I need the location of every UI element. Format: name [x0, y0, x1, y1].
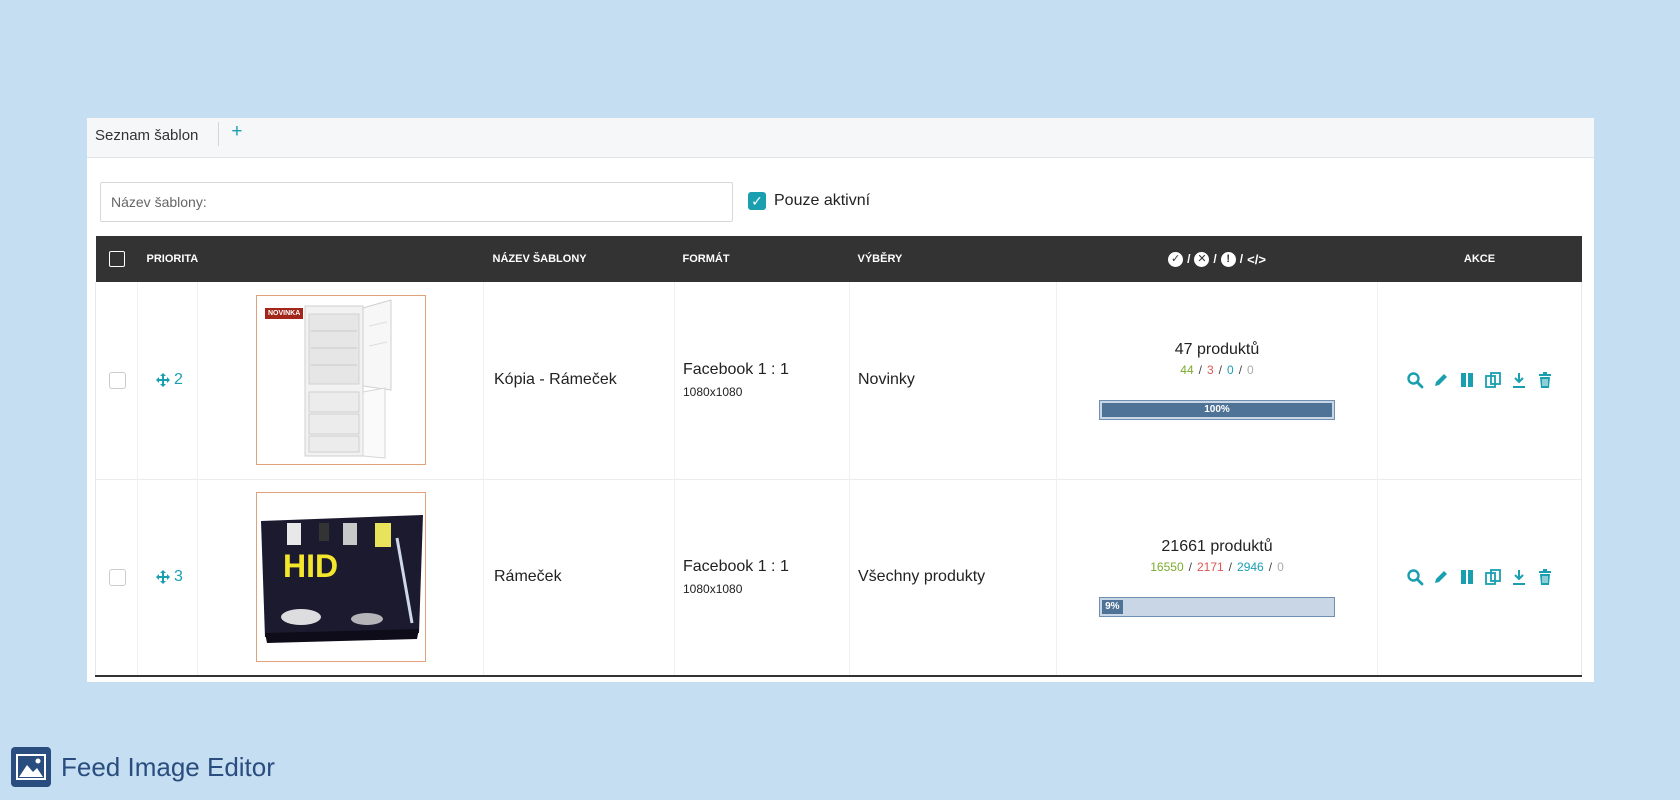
stats-separator: / — [1239, 252, 1244, 266]
code-count: 0 — [1247, 362, 1254, 377]
priority-handle[interactable]: 3 — [138, 568, 197, 586]
progress-bar: 100% — [1099, 399, 1335, 420]
header-stats: ✓ / ✕ / ! / </> — [1057, 236, 1378, 282]
move-icon — [156, 570, 170, 585]
active-only-label: Pouze aktivní — [774, 192, 871, 209]
code-count: 0 — [1277, 559, 1284, 574]
selection-name: Všechny produkty — [849, 479, 1057, 676]
header-actions: AKCE — [1463, 253, 1496, 265]
error-count: 3 — [1206, 362, 1214, 377]
warning-circle-icon: ! — [1220, 251, 1236, 267]
download-icon[interactable] — [1510, 371, 1528, 389]
table-row: 2 NOVINKA Kópia - Rámeček Facebook 1: 1… — [95, 282, 1582, 479]
templates-panel: Seznam šablon + ✓ Pouze aktivní PRIORITA… — [87, 118, 1594, 682]
priority-handle[interactable]: 2 — [138, 371, 197, 389]
format-size: 1080x1080 — [683, 582, 743, 597]
stats-separator: / — [1213, 252, 1217, 266]
error-count: 2171 — [1196, 559, 1224, 574]
template-name: Kópia - Rámeček — [483, 282, 675, 479]
format-title: Facebook 1 : 1 — [683, 361, 789, 379]
trash-icon[interactable] — [1536, 568, 1554, 586]
priority-value: 2 — [174, 371, 183, 389]
progress-bar: 9% — [1099, 596, 1335, 617]
row-checkbox[interactable] — [109, 568, 126, 586]
actions-cell — [1377, 282, 1582, 479]
active-only-checkbox[interactable]: ✓ — [748, 192, 766, 210]
pencil-icon[interactable] — [1432, 371, 1450, 389]
progress-fill: 100% — [1102, 402, 1332, 417]
header-format[interactable]: FORMÁT — [675, 236, 850, 282]
pencil-icon[interactable] — [1432, 568, 1450, 586]
format-title: Facebook 1 : 1 — [683, 558, 789, 576]
search-icon[interactable] — [1406, 371, 1424, 389]
copy-icon[interactable] — [1484, 371, 1502, 389]
stats-cell: 21661 produktů 16550/2171/2946/0 9% — [1056, 479, 1378, 676]
stats-separator: / — [1187, 252, 1191, 266]
product-count: 21661 produktů — [1161, 537, 1273, 555]
product-count: 47 produktů — [1174, 340, 1260, 358]
table-row: 3 HID Rámeček Facebook 1: 1 1080x1080 V… — [95, 479, 1582, 676]
select-all-checkbox[interactable] — [108, 251, 125, 267]
priority-value: 3 — [174, 568, 183, 586]
copy-icon[interactable] — [1484, 568, 1502, 586]
header-name[interactable]: NÁZEV ŠABLONY — [484, 236, 675, 282]
header-priority[interactable]: PRIORITA — [138, 236, 484, 282]
warning-count: 0 — [1227, 362, 1234, 377]
novinka-badge: NOVINKA — [265, 308, 304, 320]
hid-logo-text: HID — [283, 548, 338, 584]
progress-fill: 9% — [1102, 599, 1123, 614]
format-cell: Facebook 1 : 1 1080x1080 — [674, 282, 850, 479]
template-thumbnail[interactable]: NOVINKA — [256, 295, 426, 466]
warning-count: 2946 — [1237, 559, 1264, 574]
format-cell: Facebook 1 : 1 1080x1080 — [674, 479, 850, 676]
template-name-input[interactable] — [100, 182, 733, 222]
tab-template-list[interactable]: Seznam šablon — [87, 122, 220, 146]
tab-bar: Seznam šablon + — [87, 118, 1594, 158]
format-size: 1080x1080 — [683, 385, 743, 400]
row-checkbox[interactable] — [109, 371, 126, 389]
trash-icon[interactable] — [1536, 371, 1554, 389]
ok-count: 44 — [1180, 362, 1194, 377]
templates-table: PRIORITA NÁZEV ŠABLONY FORMÁT VÝBĚRY ✓ /… — [95, 236, 1582, 677]
hid-kit-image: HID — [261, 515, 423, 644]
stats-cell: 47 produktů 44/3/0/0 100% — [1056, 282, 1378, 479]
app-name: Feed Image Editor — [61, 751, 275, 782]
template-thumbnail[interactable]: HID — [256, 492, 426, 663]
error-circle-icon: ✕ — [1194, 251, 1210, 267]
header-selection[interactable]: VÝBĚRY — [850, 236, 1057, 282]
download-icon[interactable] — [1510, 568, 1528, 586]
active-only-filter[interactable]: ✓ Pouze aktivní — [748, 192, 870, 210]
pause-icon[interactable] — [1458, 568, 1476, 586]
table-header: PRIORITA NÁZEV ŠABLONY FORMÁT VÝBĚRY ✓ /… — [95, 236, 1582, 282]
ok-count: 16550 — [1150, 559, 1184, 574]
image-editor-logo-icon — [11, 747, 51, 787]
code-icon: </> — [1247, 251, 1266, 267]
actions-cell — [1377, 479, 1582, 676]
stats-breakdown: 16550/2171/2946/0 — [1150, 559, 1284, 574]
ok-circle-icon: ✓ — [1168, 251, 1184, 267]
selection-name: Novinky — [849, 282, 1057, 479]
add-tab-button[interactable]: + — [219, 120, 254, 144]
pause-icon[interactable] — [1458, 371, 1476, 389]
template-name: Rámeček — [483, 479, 675, 676]
filters-bar: ✓ Pouze aktivní — [100, 182, 1580, 222]
search-icon[interactable] — [1406, 568, 1424, 586]
app-brand: Feed Image Editor — [11, 747, 275, 787]
stats-breakdown: 44/3/0/0 — [1180, 362, 1254, 377]
move-icon — [156, 373, 170, 388]
fridge-image — [304, 299, 392, 459]
